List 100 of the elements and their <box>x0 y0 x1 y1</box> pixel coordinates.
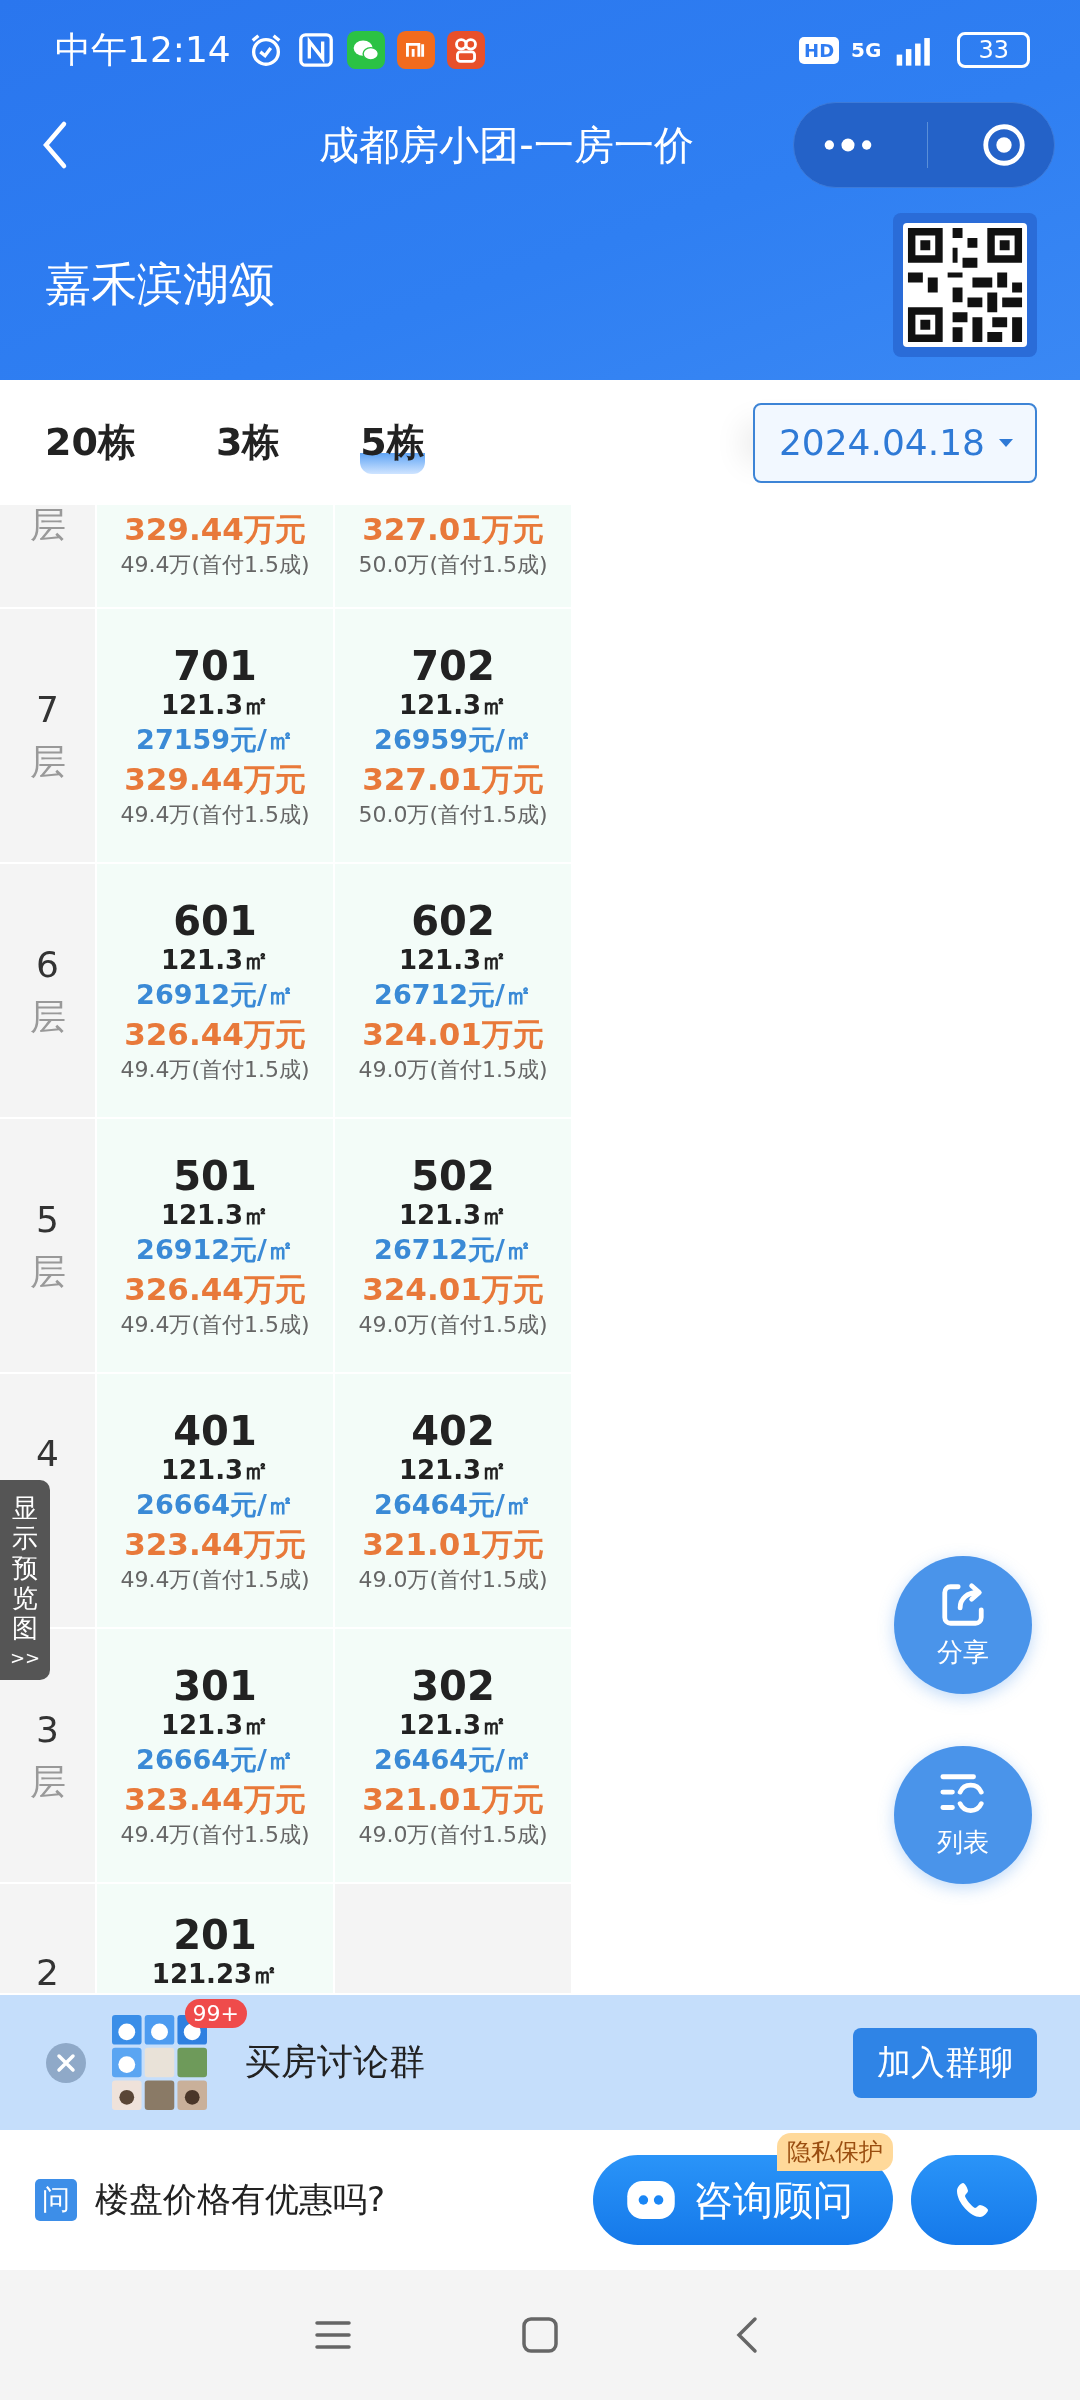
unit-price: 26912元/㎡ <box>136 978 294 1012</box>
down-payment: 49.4万(首付1.5成) <box>120 1566 310 1594</box>
total-price: 323.44万元 <box>124 1525 306 1564</box>
down-payment: 49.0万(首付1.5成) <box>358 1311 548 1339</box>
unit-cell[interactable]: 502 121.3㎡ 26712元/㎡ 324.01万元 49.0万(首付1.5成) <box>335 1119 571 1372</box>
unit-price: 27159元/㎡ <box>136 723 294 757</box>
floor-number: 4 <box>36 1434 59 1474</box>
total-price: 329.44万元 <box>124 760 306 799</box>
total-price: 323.44万元 <box>124 1780 306 1819</box>
unit-cell[interactable]: 701 121.3㎡ 27159元/㎡ 329.44万元 49.4万(首付1.5成) <box>97 609 333 862</box>
unit-price: 26464元/㎡ <box>374 1743 532 1777</box>
unit-cell[interactable]: 402 121.3㎡ 26464元/㎡ 321.01万元 49.0万(首付1.5成) <box>335 1374 571 1627</box>
floor-number: 6 <box>36 944 59 985</box>
date-dropdown[interactable]: 2024.04.18 <box>752 402 1037 483</box>
unit-area: 121.3㎡ <box>398 1199 508 1231</box>
room-number: 602 <box>411 898 495 944</box>
unit-cell[interactable]: 501 121.3㎡ 26912元/㎡ 326.44万元 49.4万(首付1.5成) <box>97 1119 333 1372</box>
chat-icon <box>627 2181 675 2219</box>
down-payment: 49.4万(首付1.5成) <box>120 551 310 579</box>
total-price: 324.01万元 <box>362 1270 544 1309</box>
total-price: 321.01万元 <box>362 1525 544 1564</box>
floor-number: 3 <box>36 1709 59 1750</box>
floor-unit-label: 层 <box>29 996 66 1037</box>
unit-price: 26712元/㎡ <box>374 978 532 1012</box>
unit-cell[interactable]: 327.01万元 50.0万(首付1.5成) <box>335 505 571 607</box>
building-tab[interactable]: 20栋 <box>45 411 136 474</box>
building-tab[interactable]: 3栋 <box>215 411 281 474</box>
room-number: 701 <box>173 643 257 689</box>
unit-area: 121.3㎡ <box>398 689 508 721</box>
room-number: 401 <box>173 1408 257 1454</box>
unit-cell[interactable]: 201 121.23㎡ <box>97 1884 333 1993</box>
app-icon <box>396 31 435 69</box>
unit-area: 121.3㎡ <box>398 1709 508 1741</box>
down-payment: 49.4万(首付1.5成) <box>120 1056 310 1084</box>
chat-app-icon <box>346 31 385 69</box>
video-app-icon <box>446 31 485 69</box>
unit-price: 26464元/㎡ <box>374 1488 532 1522</box>
down-payment: 49.0万(首付1.5成) <box>358 1056 548 1084</box>
down-payment: 49.4万(首付1.5成) <box>120 801 310 829</box>
unit-cell[interactable]: 702 121.3㎡ 26959元/㎡ 327.01万元 50.0万(首付1.5成) <box>335 609 571 862</box>
room-number: 402 <box>411 1408 495 1454</box>
floor-number: 2 <box>36 1953 59 1993</box>
network-label: 5G <box>851 38 882 62</box>
unit-area: 121.3㎡ <box>398 1454 508 1486</box>
battery-indicator: 33 <box>957 32 1030 68</box>
floor-unit-label: 层 <box>29 505 66 545</box>
down-payment: 49.0万(首付1.5成) <box>358 1821 548 1849</box>
unit-area: 121.3㎡ <box>160 1199 270 1231</box>
status-time: 中午12:14 <box>55 27 231 72</box>
total-price: 327.01万元 <box>362 510 544 549</box>
group-title: 买房讨论群 <box>245 2040 425 2084</box>
preview-arrow: >> <box>9 1647 41 1669</box>
down-payment: 49.0万(首付1.5成) <box>358 1566 548 1594</box>
question-icon: 问 <box>35 2179 77 2221</box>
floor-unit-label: 层 <box>29 741 66 782</box>
unit-cell[interactable]: 302 121.3㎡ 26464元/㎡ 321.01万元 49.0万(首付1.5成) <box>335 1629 571 1882</box>
down-payment: 50.0万(首付1.5成) <box>358 551 548 579</box>
total-price: 326.44万元 <box>124 1015 306 1054</box>
unread-badge: 99+ <box>184 1999 247 2028</box>
unit-price: 26959元/㎡ <box>374 723 532 757</box>
room-number: 502 <box>411 1153 495 1199</box>
room-number: 601 <box>173 898 257 944</box>
unit-area: 121.3㎡ <box>160 1709 270 1741</box>
unit-price: 26664元/㎡ <box>136 1743 294 1777</box>
unit-cell[interactable]: 601 121.3㎡ 26912元/㎡ 326.44万元 49.4万(首付1.5成) <box>97 864 333 1117</box>
floor-number: 7 <box>36 689 59 730</box>
preview-tab[interactable]: 显示预览图 >> <box>0 1480 50 1681</box>
project-name: 嘉禾滨湖颂 <box>45 256 275 313</box>
unit-area: 121.3㎡ <box>398 944 508 976</box>
floor-number: 5 <box>36 1199 59 1240</box>
room-number: 702 <box>411 643 495 689</box>
down-payment: 50.0万(首付1.5成) <box>358 801 548 829</box>
page-title: 成都房小团-一房一价 <box>318 120 695 170</box>
total-price: 329.44万元 <box>124 510 306 549</box>
unit-price: 26664元/㎡ <box>136 1488 294 1522</box>
down-payment: 49.4万(首付1.5成) <box>120 1311 310 1339</box>
unit-price: 26712元/㎡ <box>374 1233 532 1267</box>
floor-unit-label: 层 <box>29 1251 66 1292</box>
qr-code-icon <box>903 223 1027 347</box>
unit-price: 26912元/㎡ <box>136 1233 294 1267</box>
unit-area: 121.3㎡ <box>160 1454 270 1486</box>
down-payment: 49.4万(首付1.5成) <box>120 1821 310 1849</box>
floor-unit-label: 层 <box>29 1761 66 1802</box>
join-group-button[interactable]: 加入群聊 <box>853 2027 1037 2098</box>
room-number: 501 <box>173 1153 257 1199</box>
unit-cell[interactable]: 301 121.3㎡ 26664元/㎡ 323.44万元 49.4万(首付1.5成) <box>97 1629 333 1882</box>
unit-area: 121.23㎡ <box>151 1958 279 1990</box>
room-number: 201 <box>173 1912 257 1958</box>
unit-cell[interactable]: 602 121.3㎡ 26712元/㎡ 324.01万元 49.0万(首付1.5成) <box>335 864 571 1117</box>
caret-icon <box>999 438 1013 447</box>
home-icon[interactable] <box>520 2315 560 2355</box>
room-number: 302 <box>411 1663 495 1709</box>
total-price: 321.01万元 <box>362 1780 544 1819</box>
question-text[interactable]: 楼盘价格有优惠吗? <box>95 2177 386 2223</box>
unit-cell[interactable]: 329.44万元 49.4万(首付1.5成) <box>97 505 333 607</box>
hd-label: HD <box>799 36 840 64</box>
unit-area: 121.3㎡ <box>160 944 270 976</box>
share-icon <box>939 1580 987 1629</box>
unit-area: 121.3㎡ <box>160 689 270 721</box>
unit-cell[interactable]: 401 121.3㎡ 26664元/㎡ 323.44万元 49.4万(首付1.5成) <box>97 1374 333 1627</box>
